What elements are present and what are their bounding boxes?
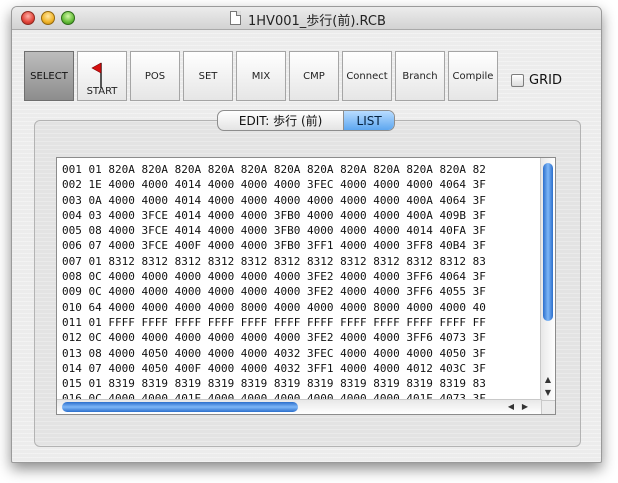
scroll-up-arrow-icon[interactable]: ▲	[541, 374, 555, 386]
start-button[interactable]: START	[77, 51, 127, 101]
window-title: 1HV001_歩行(前).RCB	[248, 14, 386, 29]
mix-button-label: MIX	[251, 70, 271, 82]
mix-button[interactable]: MIX	[236, 51, 286, 101]
table-row[interactable]: 004 03 4000 3FCE 4014 4000 4000 3FB0 400…	[62, 208, 544, 223]
grid-label[interactable]: GRID	[529, 73, 562, 88]
compile-button-label: Compile	[452, 70, 494, 82]
table-row[interactable]: 009 0C 4000 4000 4000 4000 4000 4000 3FE…	[62, 284, 544, 299]
title-bar[interactable]: 1HV001_歩行(前).RCB	[12, 7, 601, 30]
vertical-scrollbar[interactable]: ▲ ▼	[540, 158, 555, 400]
pos-button[interactable]: POS	[130, 51, 180, 101]
table-row[interactable]: 001 01 820A 820A 820A 820A 820A 820A 820…	[62, 162, 544, 177]
minimize-window-button[interactable]	[41, 11, 55, 25]
table-row[interactable]: 014 07 4000 4050 400F 4000 4000 4032 3FF…	[62, 361, 544, 376]
vertical-scroll-thumb[interactable]	[543, 163, 553, 321]
table-row[interactable]: 008 0C 4000 4000 4000 4000 4000 4000 3FE…	[62, 269, 544, 284]
scrollbar-corner	[541, 400, 555, 414]
table-row[interactable]: 013 08 4000 4050 4000 4000 4000 4032 3FE…	[62, 346, 544, 361]
horizontal-scroll-thumb[interactable]	[62, 402, 298, 412]
table-row[interactable]: 005 08 4000 3FCE 4014 4000 4000 3FB0 400…	[62, 223, 544, 238]
table-row[interactable]: 015 01 8319 8319 8319 8319 8319 8319 831…	[62, 376, 544, 391]
main-window: 1HV001_歩行(前).RCB SELECT START POS SET MI…	[11, 6, 602, 463]
table-row[interactable]: 003 0A 4000 4000 4014 4000 4000 4000 400…	[62, 193, 544, 208]
table-row[interactable]: 010 64 4000 4000 4000 4000 8000 4000 400…	[62, 300, 544, 315]
table-row[interactable]: 002 1E 4000 4000 4014 4000 4000 4000 3FE…	[62, 177, 544, 192]
scroll-right-arrow-icon[interactable]: ▶	[519, 400, 531, 414]
table-row[interactable]: 011 01 FFFF FFFF FFFF FFFF FFFF FFFF FFF…	[62, 315, 544, 330]
data-rows: 001 01 820A 820A 820A 820A 820A 820A 820…	[62, 162, 544, 407]
set-button-label: SET	[198, 70, 218, 82]
document-icon	[230, 11, 241, 25]
horizontal-scrollbar[interactable]: ◀ ▶	[57, 399, 542, 414]
data-list[interactable]: 001 01 820A 820A 820A 820A 820A 820A 820…	[56, 157, 556, 415]
pos-button-label: POS	[144, 70, 166, 82]
table-row[interactable]: 007 01 8312 8312 8312 8312 8312 8312 831…	[62, 254, 544, 269]
cmp-button-label: CMP	[303, 70, 325, 82]
tab-edit[interactable]: EDIT: 歩行 (前)	[218, 111, 345, 130]
zoom-window-button[interactable]	[61, 11, 75, 25]
branch-button-label: Branch	[402, 70, 438, 82]
start-button-label: START	[86, 86, 118, 97]
set-button[interactable]: SET	[183, 51, 233, 101]
scroll-left-arrow-icon[interactable]: ◀	[505, 400, 517, 414]
table-row[interactable]: 012 0C 4000 4000 4000 4000 4000 4000 3FE…	[62, 330, 544, 345]
flag-icon	[91, 62, 102, 88]
close-window-button[interactable]	[21, 11, 35, 25]
view-mode-segmented-control: EDIT: 歩行 (前) LIST	[217, 110, 395, 131]
tab-list[interactable]: LIST	[344, 111, 394, 130]
connect-button[interactable]: Connect	[342, 51, 392, 101]
select-button-label: SELECT	[30, 70, 68, 82]
grid-checkbox[interactable]	[511, 74, 524, 87]
table-row[interactable]: 006 07 4000 3FCE 400F 4000 4000 3FB0 3FF…	[62, 238, 544, 253]
connect-button-label: Connect	[346, 70, 388, 82]
compile-button[interactable]: Compile	[448, 51, 498, 101]
cmp-button[interactable]: CMP	[289, 51, 339, 101]
scroll-down-arrow-icon[interactable]: ▼	[541, 387, 555, 399]
branch-button[interactable]: Branch	[395, 51, 445, 101]
select-button[interactable]: SELECT	[24, 51, 74, 101]
